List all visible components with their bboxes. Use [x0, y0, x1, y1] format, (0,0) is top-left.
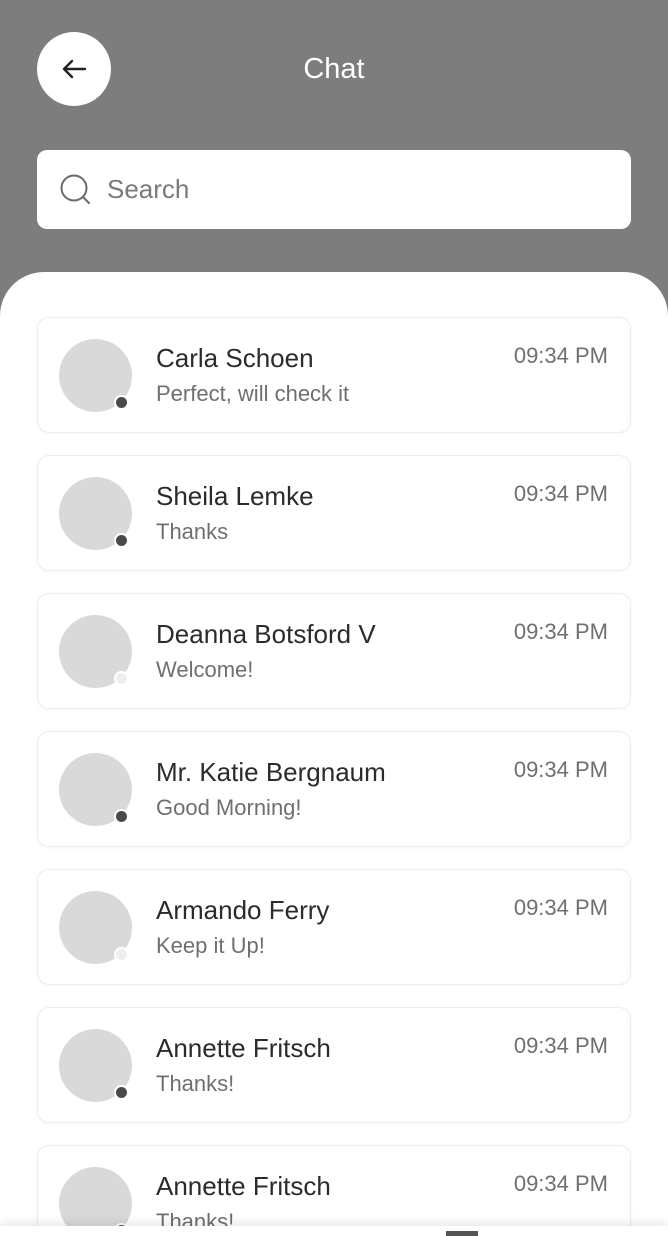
contact-name: Carla Schoen: [156, 343, 314, 373]
contact-name: Annette Fritsch: [156, 1033, 331, 1063]
header: Chat: [0, 0, 668, 290]
last-message: Good Morning!: [156, 795, 302, 820]
bottom-handle: [446, 1231, 478, 1236]
status-dot: [114, 947, 129, 962]
message-time: 09:34 PM: [513, 343, 608, 368]
chat-list-item[interactable]: Mr. Katie Bergnaum Good Morning! 09:34 P…: [37, 731, 631, 847]
last-message: Welcome!: [156, 657, 254, 682]
contact-name: Deanna Botsford V: [156, 619, 376, 649]
chat-list-item[interactable]: Annette Fritsch Thanks! 09:34 PM: [37, 1007, 631, 1123]
contact-name: Armando Ferry: [156, 895, 330, 925]
contact-name: Sheila Lemke: [156, 481, 314, 511]
chat-list-item[interactable]: Sheila Lemke Thanks 09:34 PM: [37, 455, 631, 571]
status-dot: [114, 395, 129, 410]
chat-list-item[interactable]: Carla Schoen Perfect, will check it 09:3…: [37, 317, 631, 433]
contact-name: Mr. Katie Bergnaum: [156, 757, 386, 787]
message-time: 09:34 PM: [513, 1171, 608, 1196]
status-dot: [114, 809, 129, 824]
last-message: Thanks: [156, 519, 229, 544]
search-icon: [60, 174, 90, 204]
page-title: Chat: [303, 53, 365, 85]
chat-list-item[interactable]: Annette Fritsch Thanks! 09:34 PM: [37, 1145, 631, 1236]
chat-list-item[interactable]: Armando Ferry Keep it Up! 09:34 PM: [37, 869, 631, 985]
message-time: 09:34 PM: [513, 1033, 608, 1058]
chat-list-sheet: Carla Schoen Perfect, will check it 09:3…: [0, 272, 668, 1236]
message-time: 09:34 PM: [513, 481, 608, 506]
last-message: Thanks!: [156, 1071, 235, 1096]
last-message: Perfect, will check it: [156, 381, 350, 406]
message-time: 09:34 PM: [513, 619, 608, 644]
search-bar[interactable]: [37, 150, 631, 229]
message-time: 09:34 PM: [513, 757, 608, 782]
message-time: 09:34 PM: [513, 895, 608, 920]
last-message: Keep it Up!: [156, 933, 265, 958]
status-dot: [114, 1085, 129, 1100]
status-dot: [114, 533, 129, 548]
bottom-bar: [0, 1226, 668, 1236]
contact-name: Annette Fritsch: [156, 1171, 331, 1201]
status-dot: [114, 671, 129, 686]
chat-list-item[interactable]: Deanna Botsford V Welcome! 09:34 PM: [37, 593, 631, 709]
search-input[interactable]: [107, 174, 587, 205]
